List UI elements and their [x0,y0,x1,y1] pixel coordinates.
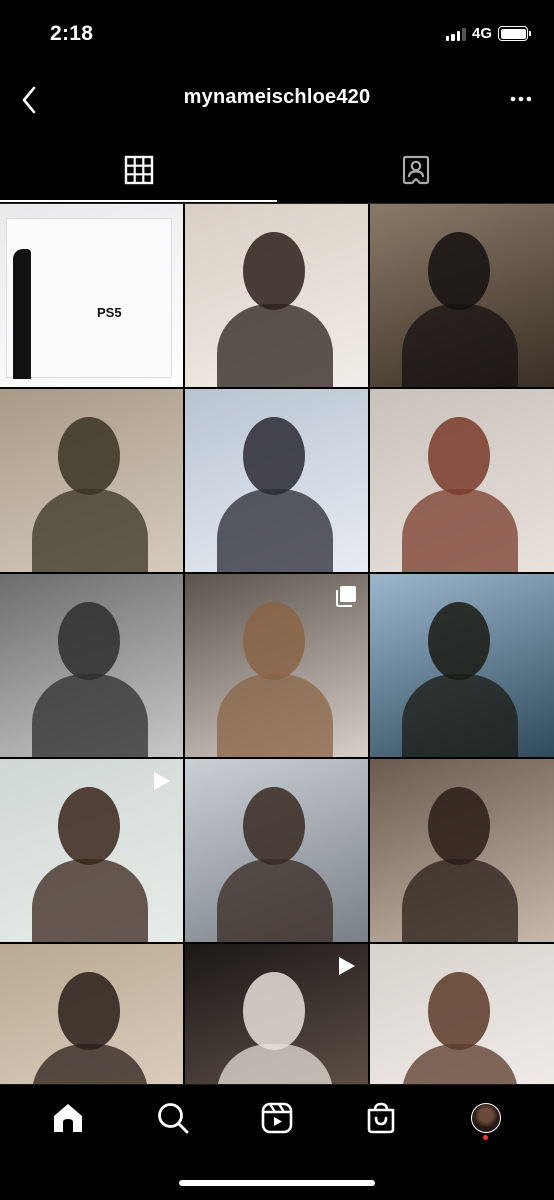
post-thumbnail[interactable] [185,389,368,572]
status-bar: 2:18 4G [0,0,554,70]
post-thumbnail[interactable] [0,944,183,1084]
person-silhouette [428,232,490,310]
post-thumbnail[interactable] [185,759,368,942]
person-silhouette [428,602,490,680]
post-thumbnail[interactable] [0,759,183,942]
person-body [217,1044,333,1084]
nav-profile[interactable] [462,1094,510,1142]
post-thumbnail[interactable] [0,389,183,572]
search-icon [157,1103,189,1134]
person-silhouette [243,602,305,680]
posts-grid: PS5 [0,204,554,1084]
reel-icon [149,769,173,798]
person-silhouette [243,972,305,1050]
home-indicator [179,1180,375,1186]
grid-icon [124,155,153,185]
person-body [402,674,518,757]
person-body [32,1044,148,1084]
post-thumbnail[interactable] [185,574,368,757]
nav-reels[interactable] [253,1094,301,1142]
person-body [217,304,333,387]
person-body [402,859,518,942]
reel-icon [334,954,358,983]
avatar [470,1103,501,1133]
nav-search[interactable] [149,1094,197,1142]
person-silhouette [58,787,120,865]
home-icon [54,1104,83,1132]
product-box: PS5 [6,218,172,379]
more-horizontal-icon [510,96,532,102]
person-body [402,304,518,387]
profile-tabs [0,138,554,204]
person-body [32,674,148,757]
nav-home[interactable] [44,1094,92,1142]
person-silhouette [58,972,120,1050]
more-options-button[interactable] [506,84,536,114]
carousel-icon [334,584,358,613]
person-silhouette [243,232,305,310]
nav-shop[interactable] [357,1094,405,1142]
person-body [402,489,518,572]
person-silhouette [428,972,490,1050]
status-indicators: 4G [445,25,531,42]
notification-dot [483,1135,489,1140]
person-body [217,489,333,572]
signal-icon [445,27,466,41]
tab-tagged[interactable] [277,138,554,202]
person-body [402,1044,518,1084]
person-body [32,859,148,942]
person-silhouette [428,417,490,495]
reels-icon [261,1102,293,1134]
shop-icon [368,1102,395,1134]
box-label: PS5 [97,305,122,320]
bottom-nav [0,1084,554,1200]
battery-icon [498,26,531,41]
post-thumbnail[interactable] [370,574,554,757]
tab-posts-grid[interactable] [0,138,277,202]
network-type: 4G [471,25,492,42]
status-time: 2:18 [50,22,94,45]
post-thumbnail[interactable] [185,944,368,1084]
profile-username: mynameischloe420 [183,86,371,108]
post-thumbnail[interactable] [370,759,554,942]
console-image [13,249,31,379]
person-silhouette [243,787,305,865]
profile-header: mynameischloe420 [0,70,554,130]
post-thumbnail[interactable]: PS5 [0,204,183,387]
person-silhouette [58,417,120,495]
post-thumbnail[interactable] [370,204,554,387]
person-body [32,489,148,572]
post-thumbnail[interactable] [370,944,554,1084]
person-body [217,674,333,757]
tagged-person-icon [402,155,429,185]
person-body [217,859,333,942]
post-thumbnail[interactable] [185,204,368,387]
post-thumbnail[interactable] [0,574,183,757]
person-silhouette [428,787,490,865]
post-thumbnail[interactable] [370,389,554,572]
person-silhouette [243,417,305,495]
person-silhouette [58,602,120,680]
